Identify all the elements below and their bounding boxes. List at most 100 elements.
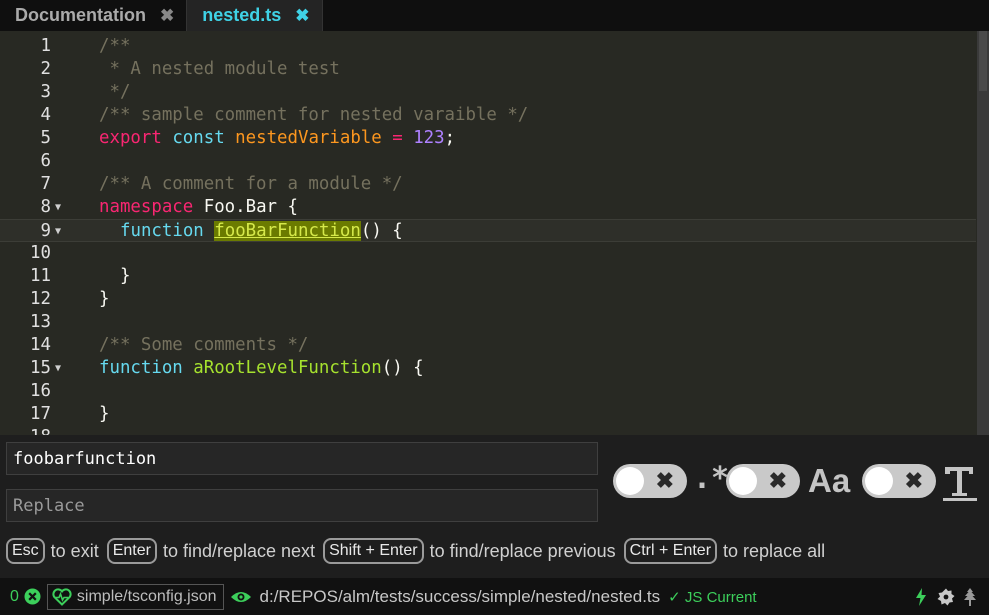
- keyword-namespace: namespace: [99, 197, 194, 217]
- variable-name: nestedVariable: [235, 128, 382, 148]
- code-line-current: 9 ▼ function fooBarFunction() {: [0, 219, 976, 242]
- line-number: 13: [30, 312, 51, 332]
- line-number: 6: [40, 151, 51, 171]
- line-number: 10: [30, 243, 51, 263]
- fold-toggle-icon[interactable]: ▼: [55, 220, 67, 243]
- hint-text: to exit: [50, 540, 99, 561]
- hint-text: to replace all: [723, 540, 826, 561]
- code-line: 5 export const nestedVariable = 123;: [0, 127, 976, 150]
- line-number: 4: [40, 105, 51, 125]
- tsconfig-button[interactable]: simple/tsconfig.json: [46, 583, 224, 610]
- code-line: 14 /** Some comments */: [0, 334, 976, 357]
- line-number: 3: [40, 82, 51, 102]
- file-path[interactable]: d:/REPOS/alm/tests/success/simple/nested…: [260, 587, 661, 607]
- search-match-highlight: fooBarFunction: [214, 221, 361, 241]
- code-line: 11 }: [0, 265, 976, 288]
- whole-word-icon: [943, 467, 977, 501]
- code-line: 6: [0, 150, 976, 173]
- close-icon: ✖: [655, 468, 674, 493]
- line-number: 7: [40, 174, 51, 194]
- regex-label: .*: [693, 461, 730, 496]
- key-badge: Esc: [6, 538, 45, 564]
- brace: {: [287, 197, 298, 217]
- key-badge: Ctrl + Enter: [623, 538, 718, 564]
- operator: =: [392, 128, 403, 148]
- code-line: 17 }: [0, 403, 976, 426]
- gear-icon[interactable]: [937, 588, 955, 606]
- replace-input[interactable]: [6, 489, 598, 522]
- scrollbar-thumb[interactable]: [979, 31, 987, 91]
- fold-toggle-icon[interactable]: ▼: [55, 196, 67, 219]
- close-icon: ✖: [768, 468, 787, 493]
- tab-nested-ts[interactable]: nested.ts ✖: [187, 0, 323, 31]
- key-badge: Shift + Enter: [323, 538, 424, 564]
- error-circle-icon: [24, 588, 41, 605]
- case-sensitive-label: Aa: [808, 462, 851, 499]
- regex-toggle[interactable]: ✖: [613, 464, 687, 498]
- code-line: 4 /** sample comment for nested varaible…: [0, 104, 976, 127]
- close-icon[interactable]: ✖: [295, 6, 309, 26]
- error-count[interactable]: 0: [10, 588, 41, 606]
- code-line: 15 ▼ function aRootLevelFunction() {: [0, 357, 976, 380]
- find-input[interactable]: [6, 442, 598, 475]
- line-number: 11: [30, 266, 51, 286]
- tree-icon[interactable]: [963, 587, 977, 606]
- code-rest: () {: [360, 221, 403, 241]
- fold-toggle-icon[interactable]: ▼: [55, 357, 67, 380]
- status-icons: [915, 587, 977, 606]
- code-line: 13: [0, 311, 976, 334]
- close-icon[interactable]: ✖: [160, 6, 174, 26]
- line-number: 16: [30, 381, 51, 401]
- hint-text: to find/replace next: [162, 540, 316, 561]
- line-number: 18: [0, 426, 51, 435]
- key-badge: Enter: [106, 538, 157, 564]
- code-text: }: [99, 289, 110, 309]
- code-text: * A nested module test: [99, 59, 340, 79]
- code-text: /** A comment for a module */: [99, 174, 403, 194]
- code-line: 8 ▼ namespace Foo.Bar {: [0, 196, 976, 219]
- line-number: 8: [40, 197, 51, 217]
- keyword-function: function: [99, 358, 183, 378]
- code-text: /**: [99, 36, 131, 56]
- keyword-const: const: [172, 128, 225, 148]
- code-text: }: [120, 266, 131, 286]
- code-text: /** sample comment for nested varaible *…: [99, 105, 529, 125]
- function-name: aRootLevelFunction: [193, 358, 382, 378]
- line-number: 14: [30, 335, 51, 355]
- code-editor[interactable]: 1 /** 2 * A nested module test 3 */ 4 /*…: [0, 31, 989, 435]
- code-text: /** Some comments */: [99, 335, 309, 355]
- toggle-knob: [729, 467, 757, 495]
- code-line: 7 /** A comment for a module */: [0, 173, 976, 196]
- tab-documentation[interactable]: Documentation ✖: [0, 0, 188, 31]
- code-text: function aRootLevelFunction() {: [99, 357, 424, 380]
- vertical-scrollbar[interactable]: [977, 31, 989, 435]
- code-line: 10: [0, 242, 976, 265]
- code-line: 3 */: [0, 81, 976, 104]
- keyword-function: function: [120, 221, 204, 241]
- code-text: }: [99, 404, 110, 424]
- line-number: 9: [40, 221, 51, 241]
- tsconfig-path: simple/tsconfig.json: [76, 587, 217, 605]
- toggle-knob: [616, 467, 644, 495]
- whole-word-toggle[interactable]: ✖: [862, 464, 936, 498]
- heartbeat-icon: [52, 587, 72, 606]
- line-number: 2: [40, 59, 51, 79]
- eye-icon[interactable]: [230, 589, 252, 605]
- code-line: 1 /**: [0, 35, 976, 58]
- error-count-value: 0: [10, 587, 19, 605]
- status-bar: 0 simple/tsconfig.json d:/REPOS/alm/test…: [0, 578, 989, 615]
- line-number: 5: [40, 128, 51, 148]
- case-sensitive-toggle[interactable]: ✖: [726, 464, 800, 498]
- code-line: 18: [0, 426, 976, 435]
- semicolon: ;: [444, 128, 456, 148]
- line-number: 17: [30, 404, 51, 424]
- line-number: 12: [30, 289, 51, 309]
- code-text: function fooBarFunction() {: [120, 220, 403, 243]
- find-replace-panel: ✖ .* ✖ Aa ✖ Esc to exit Enter to find/re…: [0, 435, 989, 578]
- hint-text: to find/replace previous: [429, 540, 616, 561]
- bolt-icon[interactable]: [915, 587, 927, 606]
- line-number: 15: [30, 358, 51, 378]
- keyboard-hints: Esc to exit Enter to find/replace next S…: [6, 538, 833, 564]
- code-line: 12 }: [0, 288, 976, 311]
- code-text: export const nestedVariable = 123;: [99, 127, 455, 150]
